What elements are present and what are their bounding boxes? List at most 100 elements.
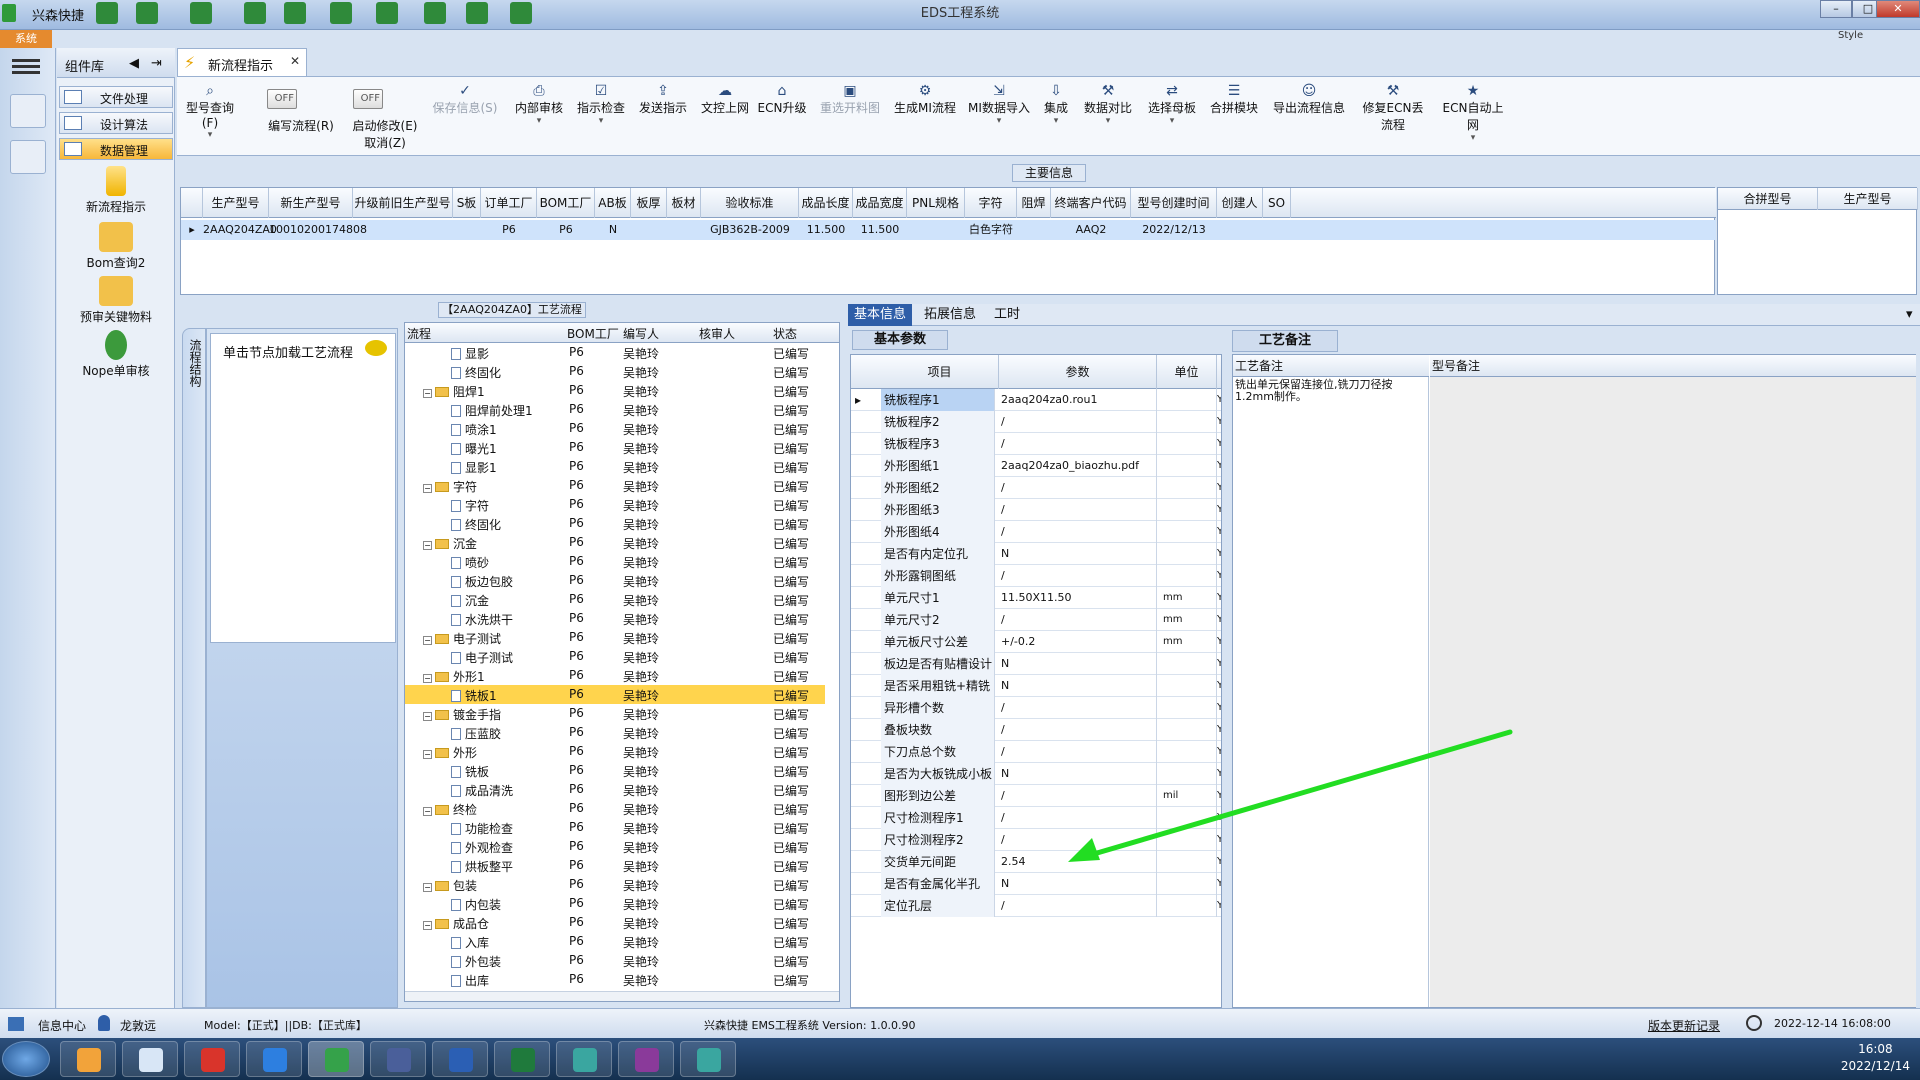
tab-basic-info[interactable]: 基本信息 [848,304,913,326]
param-param[interactable]: / [999,697,1157,719]
param-param[interactable]: N [999,543,1157,565]
taskbar-eds[interactable] [308,1041,364,1077]
sidebar-item-data[interactable]: 数据管理 [59,138,173,160]
tree-node[interactable]: 功能检查 P6 吴艳玲 已编写 [405,818,825,837]
table-cell[interactable]: 2AAQ204ZA0 [203,220,277,240]
sidebar-item-algorithm[interactable]: 设计算法 [59,112,173,134]
col-header[interactable]: 验收标准 [701,188,799,218]
instruction-check-button[interactable]: ☑ 指示检查 ▾ [573,83,629,126]
select-mother-board-button[interactable]: ⇄ 选择母板 ▾ [1145,83,1199,126]
table-cell[interactable] [453,220,481,240]
param-row[interactable]: 外形图纸12aaq204za0_biaozhu.pdf Y [851,455,1221,477]
col-header[interactable]: 创建人 [1217,188,1263,218]
taskbar-shell-app[interactable] [60,1041,116,1077]
param-unit[interactable] [1157,455,1217,477]
col-header[interactable]: 终端客户代码 [1051,188,1131,218]
tree-node[interactable]: 外包装 P6 吴艳玲 已编写 [405,951,825,970]
grid-icon[interactable] [190,2,212,24]
col-param[interactable]: 参数 [999,355,1157,389]
layout-icon[interactable] [284,2,306,24]
tool-nope-review[interactable]: Nope单审核 [61,330,171,379]
doc-control-online-button[interactable]: ☁ 文控上网 [697,83,753,116]
info-center[interactable]: 信息中心 [38,1017,86,1034]
param-row[interactable]: 是否有内定位孔N Y [851,543,1221,565]
export-flow-button[interactable]: ☺ 导出流程信息 [1271,83,1347,116]
tree-node[interactable]: 烘板整平 P6 吴艳玲 已编写 [405,856,825,875]
taskbar-clock[interactable]: 16:08 2022/12/14 [1841,1041,1910,1075]
param-param[interactable]: N [999,653,1157,675]
tree-node[interactable]: 板边包胶 P6 吴艳玲 已编写 [405,571,825,590]
repair-ecn-button[interactable]: ⚒ 修复ECN丢流程 [1357,83,1429,133]
tree-node[interactable]: 水洗烘干 P6 吴艳玲 已编写 [405,609,825,628]
col-status[interactable]: 状态 [773,325,797,342]
table-cell[interactable]: 11.500 [799,220,853,240]
param-unit[interactable]: mm [1157,587,1217,609]
menu-icon[interactable] [12,56,40,78]
save-info-button[interactable]: ✓ 保存信息(S) [431,83,499,116]
tree-folder-node[interactable]: − 成品仓 P6 吴艳玲 已编写 [405,913,825,932]
tree-node[interactable]: 电子测试 P6 吴艳玲 已编写 [405,647,825,666]
tree-node[interactable]: 终固化 P6 吴艳玲 已编写 [405,514,825,533]
chevron-down-icon[interactable]: ▾ [1900,304,1919,326]
tree-node[interactable]: 压蓝胶 P6 吴艳玲 已编写 [405,723,825,742]
param-unit[interactable] [1157,499,1217,521]
col-header[interactable]: 生产型号 [203,188,269,218]
param-unit[interactable] [1157,433,1217,455]
col-header[interactable]: 型号创建时间 [1131,188,1217,218]
col-writer[interactable]: 编写人 [623,325,659,342]
table-cell[interactable] [1017,220,1051,240]
taskbar-viewer[interactable] [680,1041,736,1077]
start-button[interactable] [2,1041,50,1077]
taskbar-foxit[interactable] [184,1041,240,1077]
minimize-button[interactable]: – [1820,0,1852,18]
calculator-icon[interactable] [10,140,46,174]
table-cell[interactable] [631,220,667,240]
col-header[interactable]: SO [1263,188,1291,218]
globe-icon[interactable] [136,2,158,24]
collapse-icon[interactable]: − [423,484,432,493]
col-header[interactable]: 板厚 [631,188,667,218]
tree-node[interactable]: 字符 P6 吴艳玲 已编写 [405,495,825,514]
col-unit[interactable]: 单位 [1157,355,1217,389]
table-cell[interactable]: GJB362B-2009 [701,220,799,240]
param-row[interactable]: 外形图纸4/ Y [851,521,1221,543]
collapse-icon[interactable]: − [423,921,432,930]
style-menu[interactable]: Style [1838,30,1863,41]
tree-node[interactable]: 终固化 P6 吴艳玲 已编写 [405,362,825,381]
tree-node[interactable]: 成品清洗 P6 吴艳玲 已编写 [405,780,825,799]
param-unit[interactable] [1157,543,1217,565]
tree-node[interactable]: 内包装 P6 吴艳玲 已编写 [405,894,825,913]
search-icon[interactable] [96,2,118,24]
tab-new-flow[interactable]: ⚡ 新流程指示 ✕ [177,48,307,76]
param-param[interactable]: / [999,609,1157,631]
param-unit[interactable] [1157,675,1217,697]
tree-node[interactable]: 阻焊前处理1 P6 吴艳玲 已编写 [405,400,825,419]
tree-node[interactable]: 喷砂 P6 吴艳玲 已编写 [405,552,825,571]
param-unit[interactable] [1157,895,1217,917]
close-tab-icon[interactable]: ✕ [290,54,300,68]
mi-import-button[interactable]: ⇲ MI数据导入 ▾ [967,83,1031,126]
taskbar-feishu[interactable] [246,1041,302,1077]
yx-module-icon[interactable] [10,94,46,128]
col-header[interactable]: 新生产型号 [269,188,353,218]
table-cell[interactable] [667,220,701,240]
tree-folder-node[interactable]: − 字符 P6 吴艳玲 已编写 [405,476,825,495]
tree-folder-node[interactable]: − 外形1 P6 吴艳玲 已编写 [405,666,825,685]
param-row[interactable]: 异形槽个数/ Y [851,697,1221,719]
tool-bom-query[interactable]: Bom查询2 [61,222,171,271]
param-row[interactable]: 外形图纸2/ Y [851,477,1221,499]
tree-folder-node[interactable]: − 终检 P6 吴艳玲 已编写 [405,799,825,818]
param-row[interactable]: 单元尺寸111.50X11.50mmY [851,587,1221,609]
col-bom-factory[interactable]: BOM工厂 [567,325,619,342]
tree-node[interactable]: 入库 P6 吴艳玲 已编写 [405,932,825,951]
col-flow[interactable]: 流程 [407,325,431,342]
param-row[interactable]: 是否有金属化半孔N Y [851,873,1221,895]
taskbar-notepad[interactable] [122,1041,178,1077]
param-unit[interactable] [1157,477,1217,499]
tree-folder-node[interactable]: − 包装 P6 吴艳玲 已编写 [405,875,825,894]
taskbar-x-app[interactable] [618,1041,674,1077]
param-param[interactable]: / [999,895,1157,917]
col-header[interactable]: PNL规格 [907,188,965,218]
ecn-upgrade-button[interactable]: ⌂ ECN升级 [757,83,807,116]
tree-node[interactable]: 显影 P6 吴艳玲 已编写 [405,343,825,362]
